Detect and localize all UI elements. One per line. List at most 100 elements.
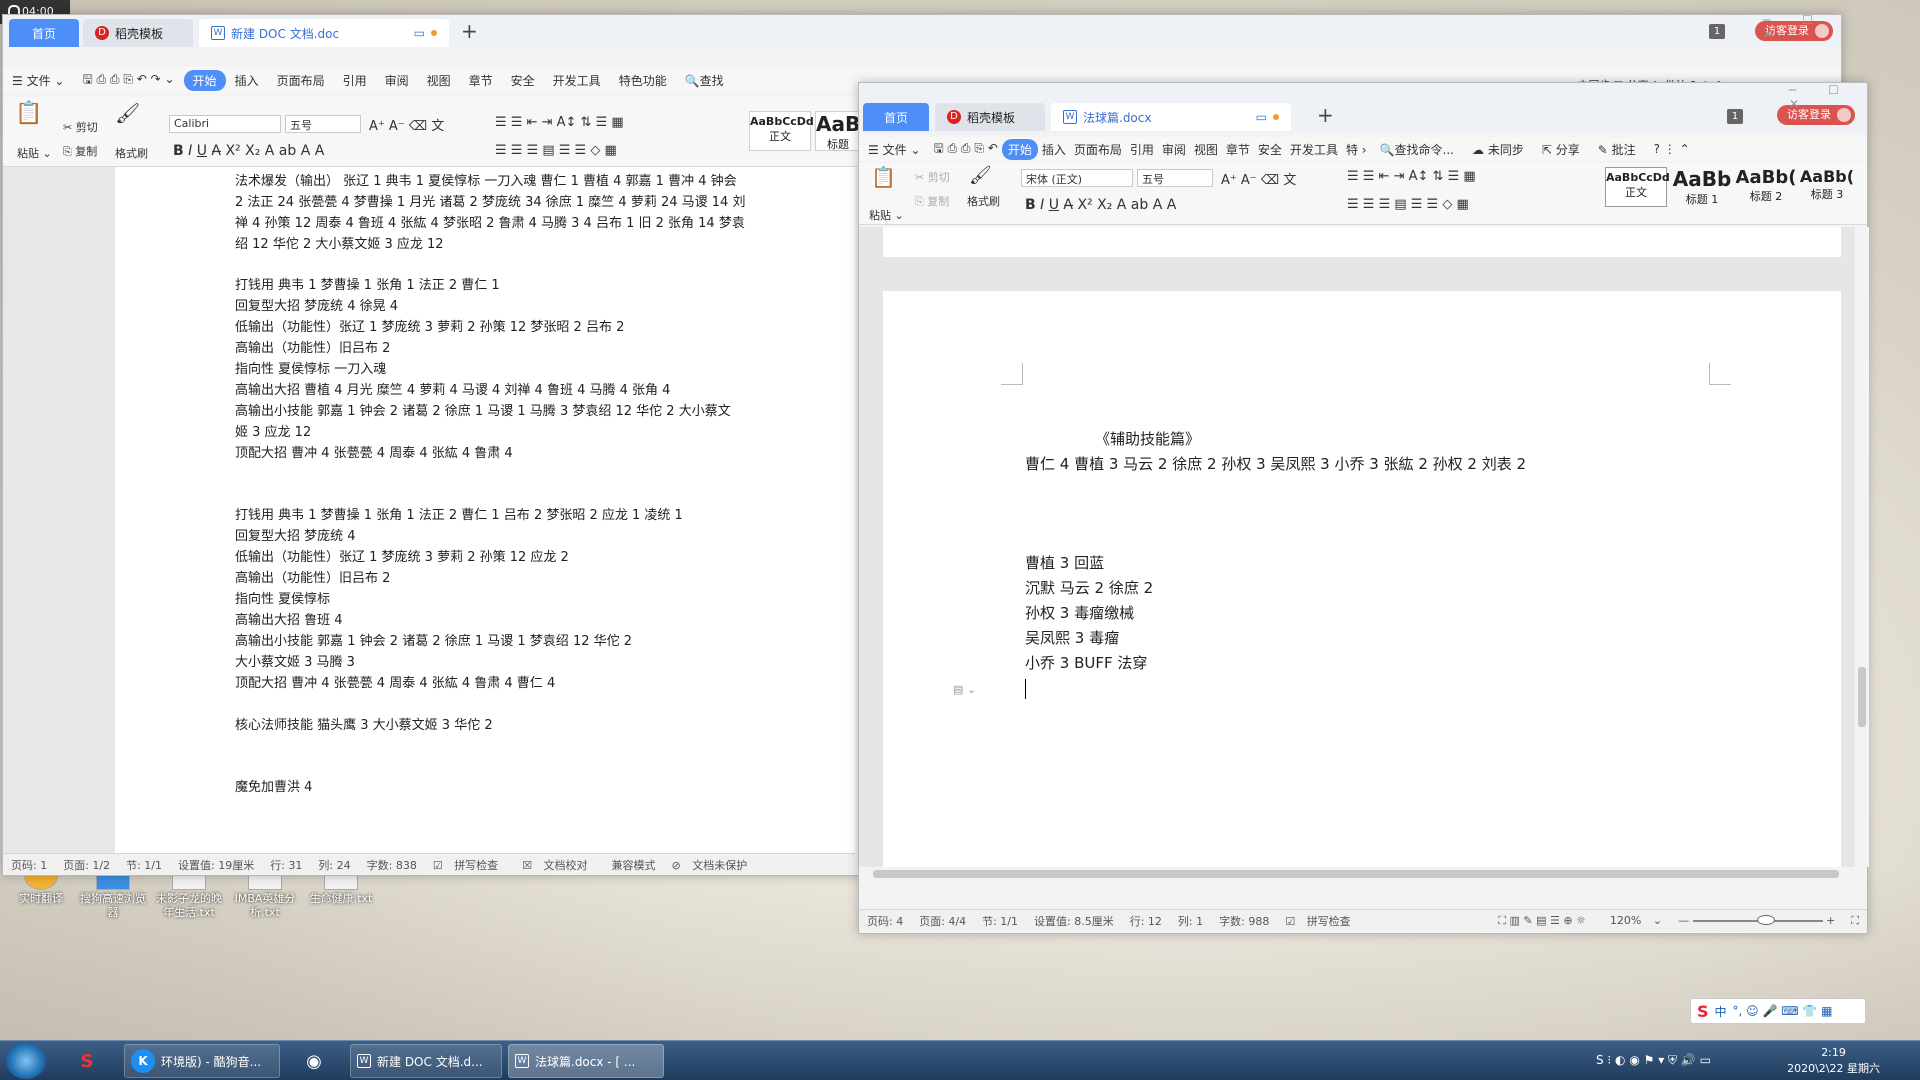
- format-painter-button[interactable]: 格式刷: [115, 145, 148, 161]
- style-heading3-2[interactable]: AaBb(标题 3: [1799, 167, 1855, 207]
- zoom-slider[interactable]: — +: [1670, 914, 1843, 927]
- proofread-button[interactable]: ☒ 文档校对: [514, 857, 603, 873]
- vertical-scrollbar[interactable]: [1855, 227, 1869, 867]
- font-size-select-2[interactable]: 五号: [1137, 169, 1213, 187]
- new-tab-button[interactable]: +: [461, 19, 478, 43]
- taskbar-doc1[interactable]: W 新建 DOC 文档.d...: [350, 1044, 502, 1078]
- paragraph-handle-icon[interactable]: ▤ ⌄: [953, 683, 976, 696]
- window-controls[interactable]: ─ ☐ ✕: [1763, 13, 1841, 41]
- menu-devtools[interactable]: 开发工具: [544, 72, 610, 89]
- doc-line: 沉默 马云 2 徐庶 2: [1025, 579, 1154, 597]
- quick-tools[interactable]: 🖫 ⎙ ⎙ ⎘ ↶ ↷ ⌄: [73, 70, 183, 91]
- scroll-thumb[interactable]: [1858, 667, 1866, 727]
- paste-icon[interactable]: 📋: [15, 101, 42, 126]
- font-tools[interactable]: A⁺ A⁻ ⌫ 文: [369, 115, 444, 134]
- new-tab-button-2[interactable]: +: [1317, 103, 1334, 127]
- paste-button-2[interactable]: 粘贴 ⌄: [869, 207, 904, 223]
- menu-security[interactable]: 安全: [502, 72, 544, 89]
- wps-window-front: 首页 D 稻壳模板 W 法球篇.docx ▭ + 1 访客登录 ─ ☐ ✕ ☰ 文件 …: [858, 82, 1869, 934]
- share-button-2[interactable]: ⇱ 分享: [1533, 141, 1589, 158]
- menu-file-2[interactable]: ☰ 文件 ⌄: [859, 141, 929, 158]
- menu-chapter-2[interactable]: 章节: [1222, 141, 1254, 158]
- word-icon: W: [1063, 110, 1077, 124]
- style-heading2-2[interactable]: AaBb(标题 2: [1735, 167, 1797, 207]
- format-painter-icon-2[interactable]: 🖌: [969, 165, 992, 186]
- command-search[interactable]: 🔍查找命令...: [1371, 141, 1463, 158]
- menu-start-2[interactable]: 开始: [1001, 138, 1038, 160]
- doc-line: 低输出（功能性）张辽 1 梦庞统 3 萝莉 2 孙策 12 应龙 2: [235, 550, 569, 565]
- tab-template-2[interactable]: D 稻壳模板: [935, 103, 1045, 131]
- tab-document-2[interactable]: W 法球篇.docx ▭: [1051, 103, 1291, 131]
- menu-search[interactable]: 🔍查找: [676, 72, 733, 89]
- list-tools[interactable]: ☰ ☰ ⇤ ⇥ A↕ ⇅ ☰ ▦: [495, 115, 624, 130]
- cut-button[interactable]: ✂ 剪切: [63, 119, 98, 135]
- ie-icon[interactable]: ◉: [288, 1044, 340, 1078]
- align-tools[interactable]: ☰ ☰ ☰ ▤ ☰ ☰ ◇ ▦: [495, 143, 617, 158]
- annotate-button-2[interactable]: ✎ 批注: [1589, 141, 1645, 158]
- menu-features[interactable]: 特色功能: [610, 72, 676, 89]
- taskbar-kugou[interactable]: K 环境版) - 酷狗音...: [124, 1044, 280, 1078]
- style-normal-2[interactable]: AaBbCcDd 正文: [1605, 167, 1670, 207]
- list-tools-2[interactable]: ☰ ☰ ⇤ ⇥ A↕ ⇅ ☰ ▦: [1347, 169, 1476, 184]
- paste-icon-2[interactable]: 📋: [871, 165, 896, 189]
- quick-tools-2[interactable]: 🖫 ⎙ ⎙ ⎘ ↶: [929, 139, 1001, 160]
- menu-file[interactable]: ☰ 文件 ⌄: [3, 72, 73, 89]
- sogou-browser-icon[interactable]: S: [58, 1044, 116, 1078]
- doc-line: 姬 3 应龙 12: [235, 425, 312, 440]
- menu-security-2[interactable]: 安全: [1254, 141, 1286, 158]
- tab-home[interactable]: 首页: [9, 19, 79, 47]
- menu-layout-2[interactable]: 页面布局: [1070, 141, 1126, 158]
- window-controls-2[interactable]: ─ ☐ ✕: [1789, 83, 1867, 111]
- word-icon: W: [515, 1054, 529, 1068]
- style-heading1-2[interactable]: AaBb 标题 1: [1671, 167, 1733, 207]
- menu-layout[interactable]: 页面布局: [268, 72, 334, 89]
- menu-insert[interactable]: 插入: [226, 72, 268, 89]
- text-format-tools[interactable]: B I U A̶ X² X₂ A ab A A: [173, 143, 324, 159]
- text-format-tools-2[interactable]: B I U A̶ X² X₂ A ab A A: [1025, 197, 1176, 213]
- menu-start[interactable]: 开始: [183, 69, 226, 91]
- menu-chapter[interactable]: 章节: [460, 72, 502, 89]
- zoom-level[interactable]: 120% ⌄: [1594, 914, 1670, 927]
- font-family-select-2[interactable]: 宋体 (正文): [1021, 169, 1133, 187]
- format-painter-icon[interactable]: 🖌: [115, 101, 140, 125]
- docer-icon: D: [947, 110, 961, 124]
- tab-template[interactable]: D 稻壳模板: [83, 19, 193, 47]
- h-scroll-thumb[interactable]: [873, 870, 1839, 878]
- font-size-select[interactable]: 五号: [285, 115, 361, 133]
- tab-home-2[interactable]: 首页: [863, 103, 929, 131]
- menu-view[interactable]: 视图: [418, 72, 460, 89]
- menu-insert-2[interactable]: 插入: [1038, 141, 1070, 158]
- protect-button[interactable]: ⊘ 文档未保护: [664, 857, 764, 873]
- menu-review[interactable]: 审阅: [376, 72, 418, 89]
- menu-devtools-2[interactable]: 开发工具: [1286, 141, 1342, 158]
- spellcheck-button-2[interactable]: ☑ 拼写检查: [1277, 913, 1366, 929]
- sync-status-2[interactable]: ☁ 未同步: [1463, 141, 1533, 158]
- spellcheck-button[interactable]: ☑ 拼写检查: [425, 857, 514, 873]
- menu-references-2[interactable]: 引用: [1126, 141, 1158, 158]
- copy-button-2[interactable]: ⎘ 复制: [915, 193, 949, 209]
- ime-toolbar[interactable]: S 中 °, ☺ 🎤 ⌨ 👕 ▦: [1690, 998, 1866, 1024]
- cut-button-2[interactable]: ✂ 剪切: [915, 169, 950, 185]
- font-family-select[interactable]: Calibri: [169, 115, 281, 133]
- system-tray[interactable]: S ⁝ ◐ ◉ ⚑ ▾ ⛨ 🔊 ▭: [1596, 1053, 1711, 1068]
- copy-button[interactable]: ⎘ 复制: [63, 143, 97, 159]
- font-tools-2[interactable]: A⁺ A⁻ ⌫ 文: [1221, 169, 1296, 188]
- align-tools-2[interactable]: ☰ ☰ ☰ ▤ ☰ ☰ ◇ ▦: [1347, 197, 1469, 212]
- doc-line: 回复型大招 梦庞统 4: [235, 529, 356, 544]
- horizontal-scrollbar[interactable]: [859, 867, 1855, 881]
- help-icon[interactable]: ? ⋮ ⌃: [1645, 142, 1699, 156]
- taskbar-doc2[interactable]: W 法球篇.docx - [ ...: [508, 1044, 664, 1078]
- menu-view-2[interactable]: 视图: [1190, 141, 1222, 158]
- fullscreen-icon[interactable]: ⛶: [1843, 914, 1867, 928]
- menu-review-2[interactable]: 审阅: [1158, 141, 1190, 158]
- style-heading1[interactable]: AaB 标题: [815, 111, 861, 151]
- style-normal[interactable]: AaBbCcDd 正文: [749, 111, 814, 151]
- view-mode-icons[interactable]: ⛶ ▥ ✎ ▤ ☰ ⊕ ☼: [1490, 914, 1594, 928]
- tab-document[interactable]: W 新建 DOC 文档.doc ▭: [199, 19, 449, 47]
- format-painter-button-2[interactable]: 格式刷: [967, 193, 1000, 209]
- doc-line: 禅 4 孙策 12 周泰 4 鲁班 4 张紘 4 梦张昭 2 鲁肃 4 马腾 3…: [235, 216, 745, 231]
- menu-references[interactable]: 引用: [334, 72, 376, 89]
- menu-features-2[interactable]: 特 ›: [1342, 141, 1371, 158]
- start-button[interactable]: [6, 1043, 46, 1079]
- paste-button[interactable]: 粘贴 ⌄: [17, 145, 52, 161]
